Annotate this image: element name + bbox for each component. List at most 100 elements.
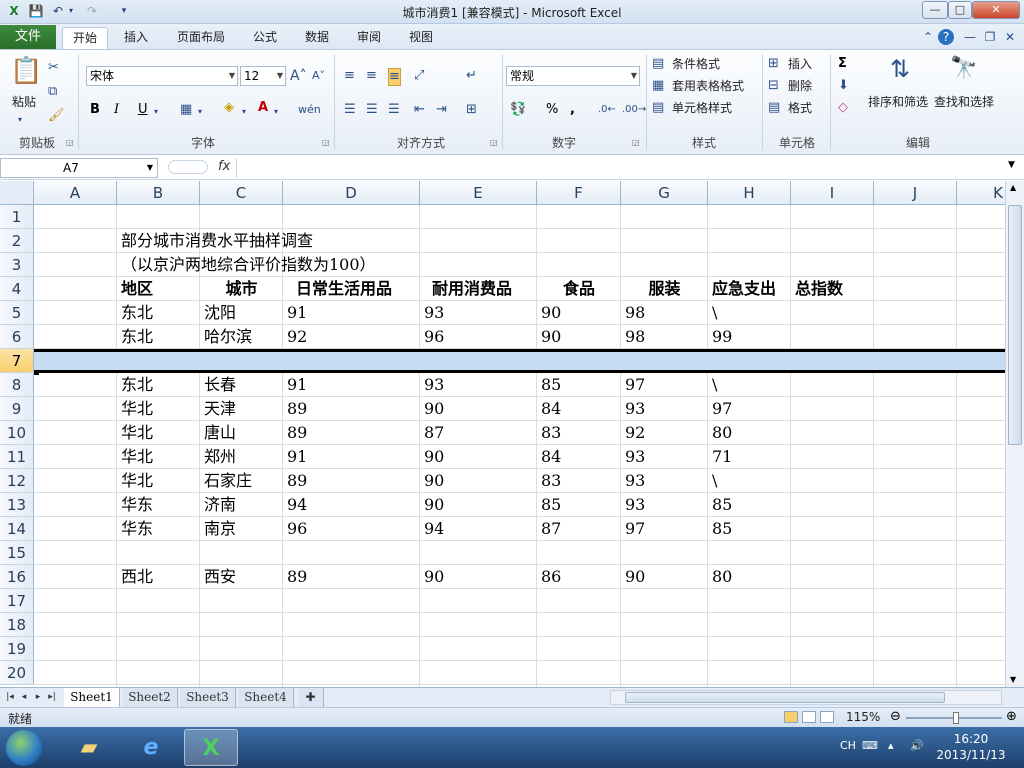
table-cell[interactable]: 85 — [708, 493, 732, 517]
table-cell[interactable]: 90 — [537, 301, 561, 325]
table-cell[interactable]: 华东 — [117, 493, 153, 517]
header-food[interactable]: 食品 — [537, 277, 621, 301]
column-header-h[interactable]: H — [708, 181, 791, 205]
borders-dropdown-icon[interactable]: ▾ — [198, 104, 202, 120]
column-header-f[interactable]: F — [537, 181, 621, 205]
table-cell[interactable]: 唐山 — [200, 421, 236, 445]
table-cell[interactable]: 南京 — [200, 517, 236, 541]
orientation-icon[interactable]: ⤢ — [414, 68, 424, 84]
cell-styles-button[interactable]: 单元格样式 — [672, 100, 732, 116]
help-icon[interactable]: ? — [938, 29, 954, 45]
italic-button[interactable]: I — [114, 102, 119, 118]
fill-color-icon[interactable]: ◈ — [224, 100, 234, 116]
table-cell[interactable]: 93 — [621, 469, 645, 493]
increase-indent-icon[interactable]: ⇥ — [436, 102, 447, 118]
table-cell[interactable]: 石家庄 — [200, 469, 252, 493]
column-header-b[interactable]: B — [117, 181, 200, 205]
shrink-font-icon[interactable]: A˅ — [312, 68, 325, 84]
tab-file[interactable]: 文件 — [0, 25, 56, 49]
table-cell[interactable]: 沈阳 — [200, 301, 236, 325]
table-cell[interactable]: 83 — [537, 469, 561, 493]
table-cell[interactable]: 93 — [621, 445, 645, 469]
table-cell[interactable]: 97 — [708, 397, 732, 421]
close-button[interactable]: ✕ — [972, 1, 1020, 19]
table-cell[interactable]: 92 — [621, 421, 645, 445]
row-header-9[interactable]: 9 — [0, 397, 34, 421]
column-header-g[interactable]: G — [621, 181, 708, 205]
tray-expand-icon[interactable]: ▴ — [888, 739, 894, 752]
format-cells-button[interactable]: 格式 — [788, 100, 812, 116]
table-cell[interactable]: 85 — [537, 493, 561, 517]
keyboard-icon[interactable]: ⌨ — [862, 739, 878, 752]
table-cell[interactable]: 92 — [283, 325, 307, 349]
table-cell[interactable]: 长春 — [200, 373, 236, 397]
find-select-button[interactable]: 查找和选择 — [934, 94, 994, 110]
header-city[interactable]: 城市 — [200, 277, 283, 301]
formula-input[interactable] — [236, 158, 1008, 178]
table-cell[interactable]: 80 — [708, 421, 732, 445]
last-sheet-icon[interactable]: ▸| — [46, 690, 58, 705]
column-header-d[interactable]: D — [283, 181, 420, 205]
page-break-view-icon[interactable] — [820, 711, 834, 723]
row-header-10[interactable]: 10 — [0, 421, 34, 445]
row-header-15[interactable]: 15 — [0, 541, 34, 565]
row-header-12[interactable]: 12 — [0, 469, 34, 493]
comma-style-button[interactable]: , — [570, 102, 575, 118]
decrease-decimal-icon[interactable]: .00→ — [622, 102, 646, 118]
row-header-11[interactable]: 11 — [0, 445, 34, 469]
next-sheet-icon[interactable]: ▸ — [32, 690, 44, 705]
column-header-c[interactable]: C — [200, 181, 283, 205]
row-header-19[interactable]: 19 — [0, 637, 34, 661]
table-cell[interactable]: 90 — [420, 397, 444, 421]
underline-button[interactable]: U — [138, 102, 148, 118]
autosum-button[interactable]: Σ — [838, 56, 847, 72]
normal-view-icon[interactable] — [784, 711, 798, 723]
column-header-j[interactable]: J — [874, 181, 957, 205]
table-cell[interactable]: 87 — [537, 517, 561, 541]
fill-handle[interactable] — [34, 370, 39, 375]
fill-color-dropdown-icon[interactable]: ▾ — [242, 104, 246, 120]
fill-icon[interactable]: ⬇ — [838, 78, 849, 94]
scroll-up-icon[interactable]: ▲ — [1010, 183, 1016, 192]
tab-insert[interactable]: 插入 — [116, 27, 156, 49]
merge-center-icon[interactable]: ⊞ — [466, 102, 477, 118]
table-cell[interactable]: 89 — [283, 421, 307, 445]
table-cell[interactable]: 华东 — [117, 517, 153, 541]
align-left-icon[interactable]: ☰ — [344, 102, 356, 118]
table-cell[interactable]: 90 — [420, 445, 444, 469]
table-cell[interactable]: \ — [708, 301, 717, 325]
phonetic-icon[interactable]: wén — [298, 102, 321, 118]
table-cell[interactable]: 85 — [708, 517, 732, 541]
minimize-ribbon-icon[interactable]: ⌃ — [920, 29, 936, 45]
paste-icon[interactable]: 📋 — [10, 56, 42, 86]
zoom-slider-thumb[interactable] — [953, 712, 959, 724]
column-header-i[interactable]: I — [791, 181, 874, 205]
sheet-tab-4[interactable]: Sheet4 — [238, 688, 294, 707]
copy-icon[interactable]: ⧉ — [48, 84, 57, 100]
table-cell[interactable]: 90 — [420, 469, 444, 493]
row-header-5[interactable]: 5 — [0, 301, 34, 325]
font-size-combo[interactable]: 12 ▼ — [240, 66, 286, 86]
row-header-2[interactable]: 2 — [0, 229, 34, 253]
borders-icon[interactable]: ▦ — [180, 102, 192, 118]
row-header-13[interactable]: 13 — [0, 493, 34, 517]
number-launcher-icon[interactable]: ◲ — [632, 138, 640, 147]
worksheet-grid[interactable]: ABCDEFGHIJK 1 2 3 4 5 6 7 8 9 10 11 12 13 14 15 16 17 18 1… — [0, 181, 1005, 687]
column-header-e[interactable]: E — [420, 181, 537, 205]
font-launcher-icon[interactable]: ◲ — [322, 138, 330, 147]
table-cell[interactable]: 94 — [420, 517, 444, 541]
tab-page-layout[interactable]: 页面布局 — [168, 27, 234, 49]
table-cell[interactable]: 96 — [420, 325, 444, 349]
align-center-icon[interactable]: ☰ — [366, 102, 378, 118]
row-header-3[interactable]: 3 — [0, 253, 34, 277]
header-clothing[interactable]: 服装 — [621, 277, 708, 301]
table-cell[interactable]: 80 — [708, 565, 732, 589]
row-header-8[interactable]: 8 — [0, 373, 34, 397]
table-cell[interactable]: 90 — [420, 493, 444, 517]
table-cell[interactable]: 西安 — [200, 565, 236, 589]
accounting-format-icon[interactable]: 💱 — [510, 102, 526, 118]
sheet-tab-3[interactable]: Sheet3 — [180, 688, 236, 707]
column-header-k[interactable]: K — [957, 181, 1005, 205]
header-region[interactable]: 地区 — [117, 277, 153, 301]
page-layout-view-icon[interactable] — [802, 711, 816, 723]
